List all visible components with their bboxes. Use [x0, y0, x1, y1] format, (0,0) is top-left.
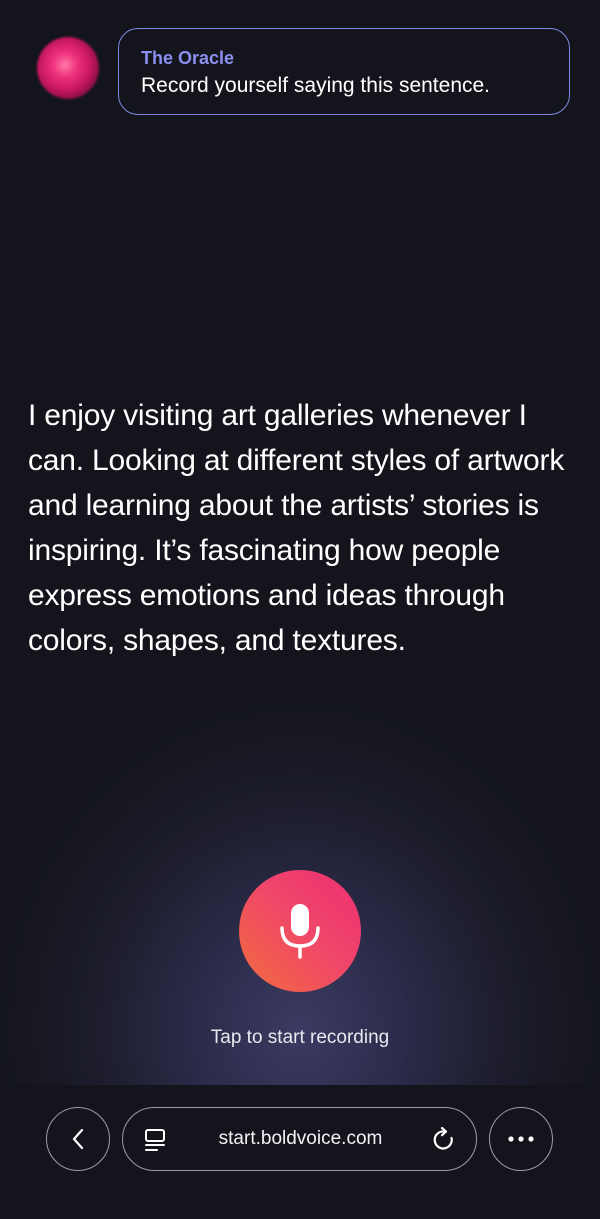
- oracle-avatar: [37, 37, 99, 99]
- url-text: start.boldvoice.com: [218, 1128, 383, 1149]
- microphone-icon: [280, 904, 320, 959]
- record-hint: Tap to start recording: [210, 1027, 390, 1048]
- back-arrow-icon: [72, 1128, 84, 1150]
- practice-sentence: I enjoy visiting art galleries whenever …: [28, 399, 565, 657]
- record-button[interactable]: [239, 870, 361, 992]
- more-icon: [508, 1136, 534, 1142]
- more-button[interactable]: [489, 1107, 553, 1171]
- oracle-name: The Oracle: [141, 48, 235, 68]
- back-button[interactable]: [46, 1107, 110, 1171]
- oracle-message-bubble: The Oracle Record yourself saying this s…: [118, 28, 570, 115]
- address-bar[interactable]: start.boldvoice.com: [122, 1107, 477, 1171]
- oracle-message: Record yourself saying this sentence.: [141, 74, 491, 97]
- reload-icon[interactable]: [430, 1126, 458, 1154]
